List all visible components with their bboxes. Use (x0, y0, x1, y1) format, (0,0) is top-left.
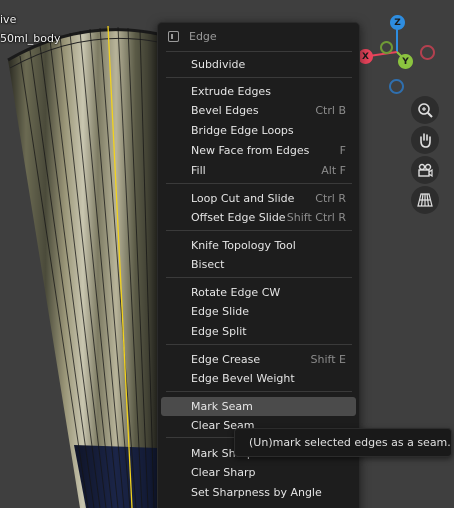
menu-item-bevel-edges[interactable]: Bevel Edges Ctrl B (161, 101, 356, 120)
menu-item-label: Subdivide (191, 58, 246, 71)
menu-item-shortcut: Ctrl B (315, 104, 346, 117)
zoom-button[interactable] (411, 96, 439, 124)
y-axis-label: Y (402, 56, 409, 67)
neg-x-axis-ball[interactable] (420, 45, 435, 60)
menu-item-label: Loop Cut and Slide (191, 192, 295, 205)
viewport-object-name: 50ml_body (0, 32, 61, 45)
menu-item-edge-split[interactable]: Edge Split (161, 322, 356, 341)
menu-separator (166, 230, 352, 231)
menu-item-label: Knife Topology Tool (191, 239, 296, 252)
menu-item-bridge-edge-loops[interactable]: Bridge Edge Loops (161, 121, 356, 140)
menu-item-offset-edge-slide[interactable]: Offset Edge Slide Shift Ctrl R (161, 208, 356, 227)
z-axis-label: Z (394, 17, 401, 28)
menu-item-label: Clear Sharp (191, 466, 256, 479)
viewport-mode-label: ive (0, 13, 17, 26)
menu-item-mark-seam[interactable]: Mark Seam (161, 397, 356, 416)
menu-item-label: Edge Bevel Weight (191, 372, 295, 385)
menu-item-label: Bevel Edges (191, 104, 259, 117)
z-axis-ball[interactable]: Z (390, 15, 405, 30)
menu-item-label: Mark Seam (191, 400, 253, 413)
zoom-icon (418, 103, 433, 118)
edge-menu-icon (168, 31, 179, 42)
menu-item-clear-sharp[interactable]: Clear Sharp (161, 463, 356, 482)
menu-item-subdivide[interactable]: Subdivide (161, 55, 356, 74)
tooltip: (Un)mark selected edges as a seam. (234, 428, 452, 457)
menu-item-edge-slide[interactable]: Edge Slide (161, 302, 356, 321)
menu-item-fill[interactable]: Fill Alt F (161, 161, 356, 180)
pan-button[interactable] (411, 126, 439, 154)
menu-separator (166, 51, 352, 52)
menu-item-loop-cut-and-slide[interactable]: Loop Cut and Slide Ctrl R (161, 189, 356, 208)
grid-ortho-icon (417, 193, 433, 207)
menu-item-shortcut: Ctrl R (315, 192, 346, 205)
neg-y-axis-ball[interactable] (380, 41, 393, 54)
menu-item-label: Edge Crease (191, 353, 261, 366)
menu-separator (166, 277, 352, 278)
neg-z-axis-ball[interactable] (389, 79, 404, 94)
menu-item-bisect[interactable]: Bisect (161, 255, 356, 274)
tooltip-text: (Un)mark selected edges as a seam. (249, 436, 451, 449)
menu-item-label: New Face from Edges (191, 144, 310, 157)
menu-item-label: Extrude Edges (191, 85, 271, 98)
menu-item-label: Edge Split (191, 325, 247, 338)
y-axis-ball[interactable]: Y (398, 54, 413, 69)
menu-separator (166, 183, 352, 184)
menu-item-label: Set Sharpness by Angle (191, 486, 322, 499)
menu-header: Edge (158, 23, 359, 50)
menu-item-label: Bisect (191, 258, 225, 271)
menu-separator (166, 344, 352, 345)
menu-separator (166, 77, 352, 78)
menu-item-extrude-edges[interactable]: Extrude Edges (161, 82, 356, 101)
x-axis-label: X (362, 51, 369, 62)
x-axis-ball[interactable]: X (358, 49, 373, 64)
menu-title: Edge (189, 30, 217, 43)
camera-icon (418, 163, 433, 178)
menu-item-edge-crease[interactable]: Edge Crease Shift E (161, 350, 356, 369)
hand-pan-icon (420, 133, 431, 148)
menu-item-label: Bridge Edge Loops (191, 124, 294, 137)
menu-item-shortcut: Shift Ctrl R (286, 211, 346, 224)
menu-item-knife-topology-tool[interactable]: Knife Topology Tool (161, 236, 356, 255)
menu-item-shortcut: F (339, 144, 346, 157)
menu-separator (166, 391, 352, 392)
navigation-gizmo[interactable]: Z X Y (352, 10, 452, 100)
menu-item-label: Fill (191, 164, 206, 177)
menu-item-shortcut: Shift E (310, 353, 346, 366)
menu-item-shortcut: Alt F (321, 164, 346, 177)
menu-item-label: Offset Edge Slide (191, 211, 286, 224)
menu-item-label: Edge Slide (191, 305, 250, 318)
menu-item-edge-bevel-weight[interactable]: Edge Bevel Weight (161, 369, 356, 388)
menu-item-rotate-edge-cw[interactable]: Rotate Edge CW (161, 283, 356, 302)
camera-view-button[interactable] (411, 156, 439, 184)
menu-item-label: Rotate Edge CW (191, 286, 281, 299)
menu-item-new-face-from-edges[interactable]: New Face from Edges F (161, 141, 356, 160)
ortho-toggle-button[interactable] (411, 186, 439, 214)
menu-item-set-sharpness-by-angle[interactable]: Set Sharpness by Angle (161, 483, 356, 502)
